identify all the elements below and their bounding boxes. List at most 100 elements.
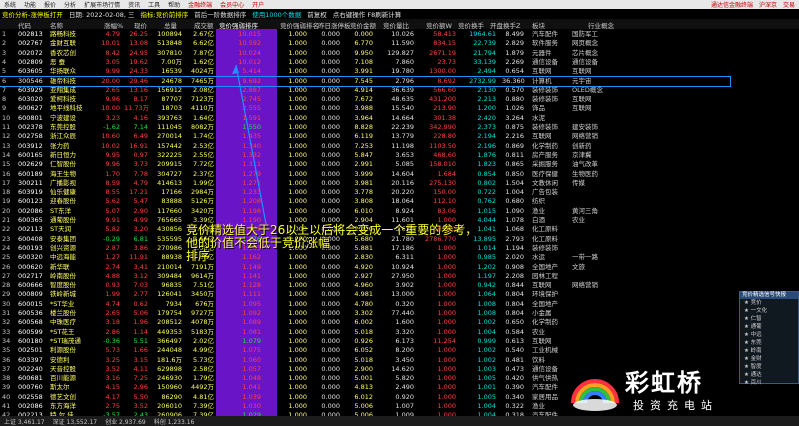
col-name[interactable]: 名称 bbox=[50, 20, 63, 30]
table-row[interactable]: 26 000620 新华联 2.74 3.41 210014 7191万 1.149 1.000… bbox=[0, 263, 730, 272]
col-tr[interactable]: 竞价量比 bbox=[383, 20, 409, 30]
cell-bva: 1.000 bbox=[437, 364, 456, 373]
cell-vr: 5.018 bbox=[354, 355, 373, 364]
cell-dd: 0.000 bbox=[321, 39, 340, 48]
col-bv[interactable]: 竞价换手 bbox=[458, 20, 484, 30]
cell-vr: 6.012 bbox=[354, 392, 373, 401]
cell-sector: 小金属 bbox=[532, 309, 552, 317]
cell-concept: 黄河三角 bbox=[572, 206, 598, 215]
col-ptr[interactable]: 开盘换手Z bbox=[490, 20, 520, 30]
table-row[interactable]: 1 002813 路畅科技 4.79 26.25 100894 2.67亿 10.015 1.0… bbox=[0, 30, 730, 39]
signal-item[interactable]: ★ 金财 bbox=[740, 355, 798, 363]
menu-item[interactable]: 开户 bbox=[248, 0, 268, 9]
menu-right-item[interactable]: 通达信金融终端 bbox=[711, 0, 753, 9]
table-row[interactable]: 12 002758 浙江众辰 10.60 6.49 270014 1.74亿 1.435 1.0… bbox=[0, 132, 730, 141]
table-row[interactable]: 7 603929 亚翔集成 2.65 13.16 156912 2.08亿 2.887 1.00… bbox=[0, 86, 730, 95]
cell-price: 4.99 bbox=[133, 216, 148, 224]
index-quote[interactable]: 创业 2,937.69 bbox=[105, 417, 146, 426]
signal-item[interactable]: ★ 一文化 bbox=[740, 307, 798, 315]
table-row[interactable]: 6 300546 雄帝科技 20.00 29.46 24678 7465万 9.692 1.00… bbox=[0, 75, 731, 87]
cell-code: 000809 bbox=[18, 290, 43, 299]
menu-item[interactable]: 帮助 bbox=[164, 0, 184, 9]
table-row[interactable]: 27 002717 岭南股份 4.88 3.12 309484 9614万 1.141 1.00… bbox=[0, 272, 730, 281]
col-bva[interactable]: 竞价额W bbox=[426, 20, 452, 30]
menu-right-item[interactable]: 交易 bbox=[783, 0, 795, 9]
table-row[interactable]: 33 600599 *ST花王 2.86 1.14 449353 5183万 1.081 1.0… bbox=[0, 328, 730, 337]
menu-item[interactable]: 扩展市场行情 bbox=[80, 0, 124, 9]
table-row[interactable]: 31 600536 楼兰股份 2.65 5.06 179754 9727万 1.092 1.00… bbox=[0, 309, 730, 318]
table-row[interactable]: 35 002501 利源股份 5.73 1.66 244048 4.99亿 1.075 1.00… bbox=[0, 346, 730, 355]
table-row[interactable]: 11 002378 东莞控股 -1.62 7.14 111045 8082万 1.550 1.0… bbox=[0, 123, 730, 132]
cell-bva: 468.60 bbox=[433, 150, 456, 159]
table-row[interactable]: 9 600627 地平线科技 10.00 11.73万 18703 4110万 2.555 1.… bbox=[0, 104, 730, 113]
table-row[interactable]: 28 600666 智度股份 0.93 7.03 96835 7.51亿 1.128 1.000… bbox=[0, 281, 730, 290]
signal-item[interactable]: ★ 东莞 bbox=[740, 339, 798, 347]
menu-item[interactable]: 分析 bbox=[60, 0, 80, 9]
cell-bv: 21.794 bbox=[473, 48, 496, 57]
index-quote[interactable]: 深证 13,552.17 bbox=[53, 417, 97, 426]
info-action1[interactable]: 前复权 bbox=[307, 9, 327, 19]
table-row[interactable]: 17 300211 广播影视 8.59 4.79 414613 1.99亿 1.271 1.00… bbox=[0, 179, 730, 188]
col-rank[interactable]: 竞价强弱排名 bbox=[280, 20, 319, 30]
cell-ratio: 1.075 bbox=[242, 346, 261, 355]
menu-item[interactable]: 报价 bbox=[40, 0, 60, 9]
menu-item[interactable]: 系统 bbox=[0, 0, 20, 9]
signal-item[interactable]: ★ 岭南 bbox=[740, 347, 798, 355]
col-price[interactable]: 现价 bbox=[134, 20, 147, 30]
col-dd[interactable]: 昨日涨停板 bbox=[318, 20, 351, 30]
index-quote[interactable]: 科创 1,233.16 bbox=[154, 417, 195, 426]
col-vol[interactable]: 总量 bbox=[164, 20, 177, 30]
cell-vr: 8.828 bbox=[354, 123, 373, 131]
table-row[interactable]: 3 002072 香农芯创 8.42 24.95 307810 7.87亿 10.024 1.0… bbox=[0, 49, 730, 58]
cell-concept: 芯片概念 bbox=[572, 48, 598, 57]
col-amt[interactable]: 成交额 bbox=[194, 20, 214, 30]
table-row[interactable]: 34 600180 *ST瑞茂通 -0.36 5.51 366497 2.02亿 1.079 1… bbox=[0, 337, 730, 346]
cell-bv: 1.015 bbox=[477, 206, 496, 215]
table-row[interactable]: 16 600189 海王生物 1.70 7.78 304727 2.37亿 1.279 1.00… bbox=[0, 170, 730, 179]
menu-item[interactable]: 金融终端 bbox=[184, 0, 216, 9]
cell-sector: 家居用品 bbox=[532, 392, 558, 401]
signal-item[interactable]: ★ 中远 bbox=[740, 331, 798, 339]
signal-panel[interactable]: 竞价精选信号快报 ★ 竞价 ★ 一文化 ★ 仁智 ★ 通葡 ★ 中远 ★ 东莞 ★ 岭南 ★ … bbox=[739, 291, 799, 387]
col-concept[interactable]: 行业概念 bbox=[588, 20, 614, 30]
table-row[interactable]: 2 002767 金财互联 10.01 13.08 513848 6.62亿 10.592 1.… bbox=[0, 39, 730, 48]
signal-item[interactable]: ★ 通葡 bbox=[740, 323, 798, 331]
table-row[interactable]: 14 600165 新日恒力 9.95 0.97 322225 2.55亿 1.332 1.00… bbox=[0, 151, 730, 160]
index-quote[interactable]: 上证 3,461.17 bbox=[4, 417, 45, 426]
menu-item[interactable]: 功能 bbox=[20, 0, 40, 9]
signal-item[interactable]: ★ 智度 bbox=[740, 363, 798, 371]
col-sector[interactable]: 板块 bbox=[532, 20, 545, 30]
table-row[interactable]: 10 600801 宁波建设 3.23 4.16 393763 1.64亿 1.591 1.00… bbox=[0, 114, 730, 123]
col-vr[interactable]: 竞价金额 bbox=[350, 20, 376, 30]
col-chg[interactable]: 涨幅% bbox=[104, 20, 123, 30]
table-row[interactable]: 13 003912 张力药 10.02 16.91 157442 2.53亿 1.340 1.0… bbox=[0, 142, 730, 151]
cell-amt: 7123万 bbox=[190, 95, 214, 104]
table-row[interactable]: 19 600123 迎春股份 5.62 5.47 83888 5126万 1.208 1.000… bbox=[0, 197, 730, 206]
col-code[interactable]: 代码 bbox=[18, 20, 31, 30]
signal-item[interactable]: ★ 仁智 bbox=[740, 315, 798, 323]
cell-sector: 装修装饰 bbox=[532, 243, 558, 252]
signal-item[interactable]: ★ 通达 bbox=[740, 371, 798, 379]
table-row[interactable]: 20 002086 ST东洋 5.07 2.90 117660 3420万 1.198 1.00… bbox=[0, 207, 730, 216]
menu-right-item[interactable]: 沪深京 bbox=[759, 0, 777, 9]
table-row[interactable]: 18 603919 仙乐健康 8.55 17.21 17166 2984万 1.233 1.00… bbox=[0, 188, 730, 197]
table-row[interactable]: 15 002629 仁智股份 9.96 3.73 209915 7.72亿 1.311 1.00… bbox=[0, 160, 730, 169]
signal-item[interactable]: ★ 百川 bbox=[740, 379, 798, 387]
table-row[interactable]: 29 000809 铁岭新城 1.99 2.77 126041 3450万 1.111 1.00… bbox=[0, 290, 730, 299]
table-row[interactable]: 8 603020 爱柯科技 9.96 8.17 87707 7123万 2.745 1.000 0… bbox=[0, 95, 730, 104]
cell-vr: 7.672 bbox=[354, 95, 373, 104]
info-indicator[interactable]: 指标:竞价前排序 bbox=[141, 9, 189, 19]
menu-item[interactable]: 会员中心 bbox=[216, 0, 248, 9]
table-row[interactable]: 30 600015 *ST华业 4.74 0.62 7934 676万 1.095 1.000 0… bbox=[0, 300, 730, 309]
cell-sector: 饰品 bbox=[532, 104, 545, 113]
cell-price: 3.52 bbox=[133, 402, 148, 410]
table-row[interactable]: 5 603605 华扬联众 9.99 24.33 16539 4024万 5.414 1.000… bbox=[0, 67, 730, 76]
col-ratio[interactable]: 竞价强弱排序 bbox=[219, 20, 258, 30]
cell-vol: 535595 bbox=[157, 234, 182, 243]
menu-item[interactable]: 工具 bbox=[144, 0, 164, 9]
cell-bva: 1300.00 bbox=[429, 67, 456, 76]
menu-item[interactable]: 资讯 bbox=[124, 0, 144, 9]
signal-item[interactable]: ★ 竞价 bbox=[740, 299, 798, 307]
table-row[interactable]: 4 002809 恶 蚕 3.05 19.62 7.00万 1.62亿 10.012 1.000… bbox=[0, 58, 730, 67]
table-row[interactable]: 32 600568 中珠医疗 3.18 1.96 208512 4078万 1.089 1.00… bbox=[0, 318, 730, 327]
